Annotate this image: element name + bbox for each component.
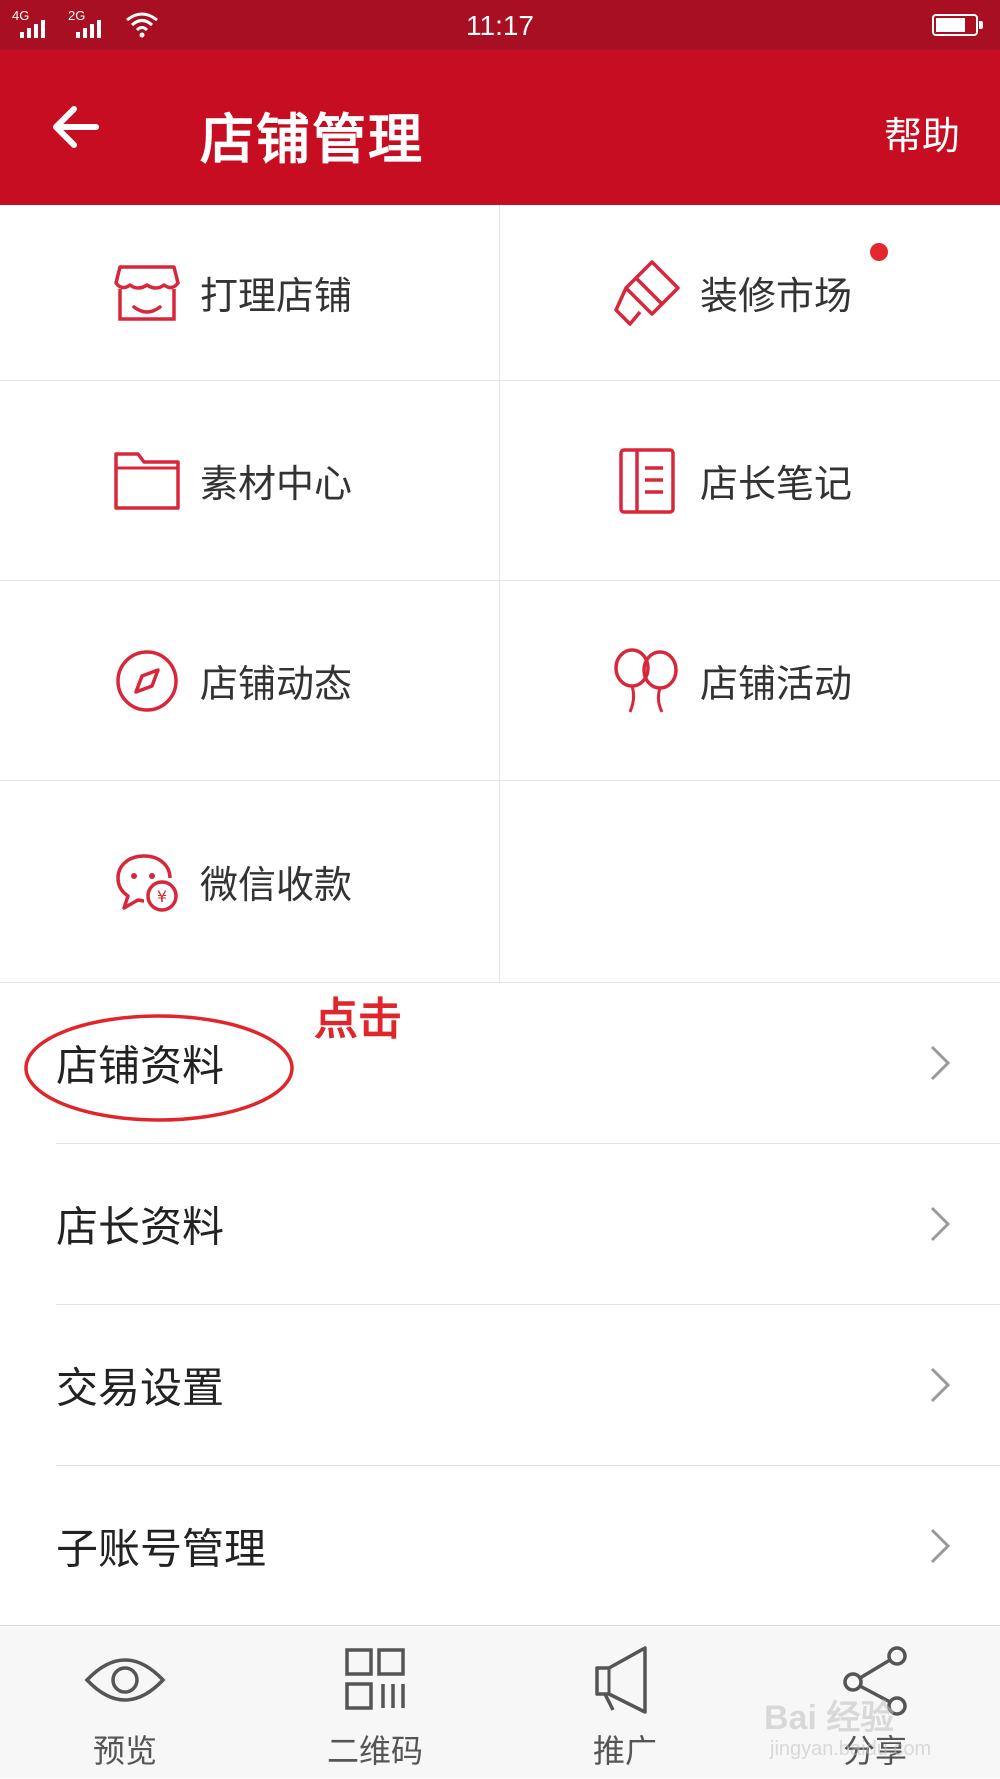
list-item-sub-accounts[interactable]: 子账号管理 [0, 1466, 1000, 1626]
grid-empty-cell [500, 781, 1000, 983]
list-item-label: 交易设置 [56, 1363, 225, 1413]
compass-icon [112, 646, 182, 716]
app-header: 店铺管理 帮助 [0, 50, 1000, 205]
wechat-pay-icon: ¥ [112, 847, 182, 917]
chevron-right-icon [930, 1045, 951, 1081]
grid-item-owner-notes[interactable]: 店长笔记 [500, 381, 1000, 581]
list-item-owner-info[interactable]: 店长资料 [0, 1144, 1000, 1304]
svg-text:¥: ¥ [157, 887, 167, 906]
tab-qr-code[interactable]: 二维码 [250, 1626, 500, 1779]
battery-icon [932, 14, 983, 36]
megaphone-icon [595, 1646, 647, 1714]
help-button[interactable]: 帮助 [884, 105, 960, 160]
tab-label: 二维码 [326, 1732, 423, 1770]
eye-icon [84, 1658, 166, 1702]
status-time: 11:17 [466, 10, 534, 41]
status-bar: 4G 2G 11:17 [0, 0, 1000, 50]
grid-item-label: 店铺活动 [700, 662, 853, 706]
tab-label: 推广 [592, 1732, 657, 1770]
tab-promote[interactable]: 推广 [500, 1626, 750, 1779]
back-button[interactable] [48, 97, 108, 157]
grid-item-label: 微信收款 [200, 863, 353, 907]
list-item-label: 子账号管理 [56, 1524, 267, 1574]
annotation-ellipse [24, 1014, 294, 1122]
chevron-right-icon [930, 1206, 951, 1242]
balloons-icon [612, 646, 682, 716]
chevron-right-icon [930, 1528, 951, 1564]
grid-item-decoration-market[interactable]: 装修市场 [500, 205, 1000, 381]
annotation-click-text: 点击 [314, 994, 402, 1045]
qr-code-icon [345, 1648, 405, 1710]
tab-preview[interactable]: 预览 [0, 1626, 250, 1779]
grid-item-shop-events[interactable]: 店铺活动 [500, 581, 1000, 781]
grid-item-label: 打理店铺 [200, 274, 353, 318]
notification-badge [870, 243, 888, 261]
watermark-logo: Bai 经验 [764, 1699, 895, 1737]
paint-brush-icon [612, 258, 682, 328]
page-title: 店铺管理 [200, 108, 424, 171]
list-item-trade-settings[interactable]: 交易设置 [0, 1305, 1000, 1465]
chevron-right-icon [930, 1367, 951, 1403]
grid-item-material-center[interactable]: 素材中心 [0, 381, 500, 581]
baidu-jingyan-watermark: Bai 经验 jingyan.baidu.com [764, 1690, 974, 1770]
arrow-left-icon [53, 106, 99, 148]
folder-icon [112, 446, 182, 516]
notebook-icon [612, 446, 682, 516]
grid-item-label: 店长笔记 [700, 462, 853, 506]
storefront-icon [112, 258, 182, 328]
tab-label: 预览 [92, 1732, 157, 1770]
function-grid: 打理店铺 装修市场 素材中心 店长笔记 店铺动态 店铺活动 ¥ 微信收款 [0, 205, 1000, 983]
grid-item-label: 装修市场 [700, 274, 853, 318]
grid-item-manage-shop[interactable]: 打理店铺 [0, 205, 500, 381]
grid-item-label: 素材中心 [200, 462, 353, 506]
list-item-label: 店长资料 [56, 1202, 225, 1252]
grid-item-shop-updates[interactable]: 店铺动态 [0, 581, 500, 781]
grid-item-label: 店铺动态 [200, 662, 353, 706]
grid-item-wechat-payment[interactable]: ¥ 微信收款 [0, 781, 500, 983]
watermark-url: jingyan.baidu.com [770, 1738, 932, 1760]
